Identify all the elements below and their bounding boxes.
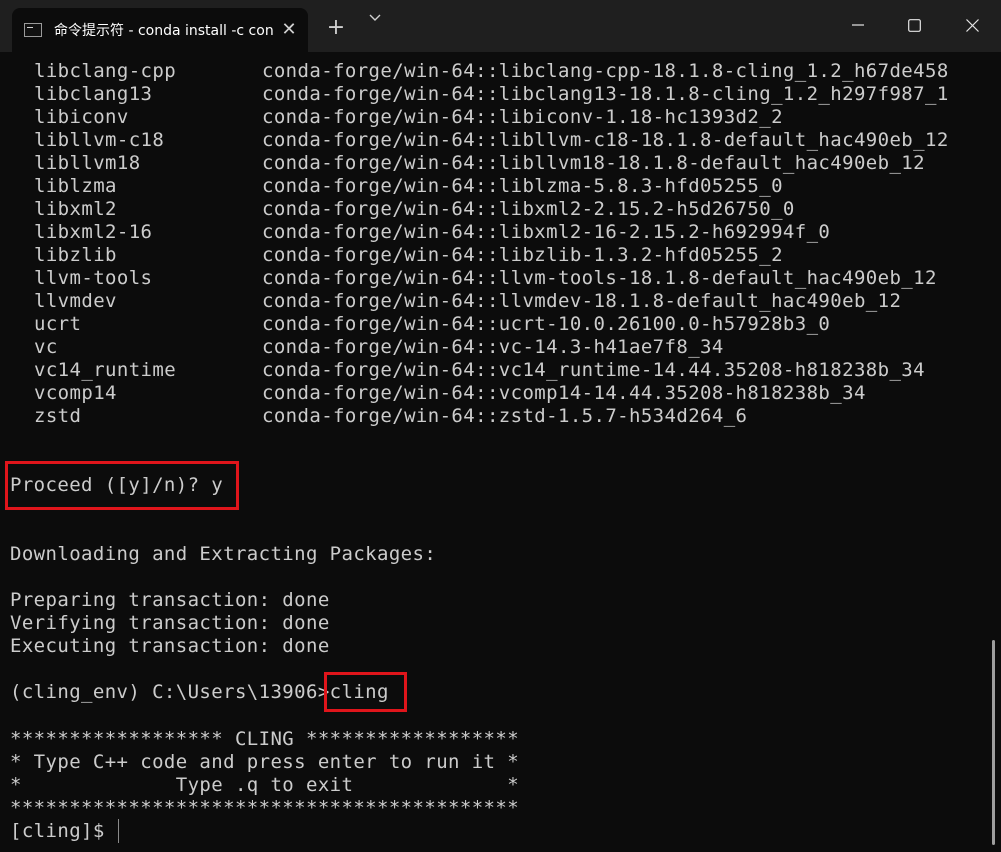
package-name: zstd <box>34 405 82 427</box>
package-spec: conda-forge/win-64::vcomp14-14.44.35208-… <box>262 382 866 404</box>
banner-top: ****************** CLING ***************… <box>10 728 520 750</box>
close-window-button[interactable] <box>944 0 1000 50</box>
chevron-down-icon <box>369 14 381 21</box>
executing-line: Executing transaction: done <box>10 635 330 657</box>
package-name: libxml2-16 <box>34 221 153 243</box>
package-name: vc <box>34 336 58 358</box>
minimize-button[interactable] <box>830 0 886 50</box>
package-name: libllvm18 <box>34 152 141 174</box>
package-spec: conda-forge/win-64::vc-14.3-h41ae7f8_34 <box>262 336 724 358</box>
package-spec: conda-forge/win-64::ucrt-10.0.26100.0-h5… <box>262 313 831 335</box>
maximize-icon <box>907 18 921 32</box>
banner-line: * Type .q to exit * <box>10 774 520 796</box>
highlight-box-proceed <box>5 461 239 510</box>
package-name: libllvm-c18 <box>34 129 165 151</box>
cling-prompt[interactable]: [cling]$ <box>10 820 117 843</box>
package-spec: conda-forge/win-64::libllvm18-18.1.8-def… <box>262 152 925 174</box>
close-icon <box>965 18 979 32</box>
package-name: vc14_runtime <box>34 359 177 381</box>
text-cursor <box>118 819 119 843</box>
package-spec: conda-forge/win-64::vc14_runtime-14.44.3… <box>262 359 925 381</box>
package-name: libclang13 <box>34 83 153 105</box>
maximize-button[interactable] <box>886 0 942 50</box>
downloading-line: Downloading and Extracting Packages: <box>10 543 437 565</box>
package-name: vcomp14 <box>34 382 117 404</box>
package-spec: conda-forge/win-64::libxml2-2.15.2-h5d26… <box>262 198 795 220</box>
verifying-line: Verifying transaction: done <box>10 612 330 634</box>
package-name: libiconv <box>34 106 129 128</box>
scrollbar-thumb[interactable] <box>992 640 995 845</box>
package-spec: conda-forge/win-64::libiconv-1.18-hc1393… <box>262 106 783 128</box>
package-spec: conda-forge/win-64::libzlib-1.3.2-hfd052… <box>262 244 783 266</box>
package-name: llvm-tools <box>34 267 153 289</box>
terminal-output[interactable]: libclang-cpp conda-forge/win-64::libclan… <box>0 52 1001 852</box>
banner-bottom: ****************************************… <box>10 797 520 819</box>
tab-title: 命令提示符 - conda install -c conda-forge cli… <box>54 23 274 39</box>
package-spec: conda-forge/win-64::libxml2-16-2.15.2-h6… <box>262 221 831 243</box>
package-spec: conda-forge/win-64::libclang13-18.1.8-cl… <box>262 83 949 105</box>
package-name: libclang-cpp <box>34 60 177 82</box>
title-bar: 命令提示符 - conda install -c conda-forge cli… <box>0 0 1001 52</box>
package-spec: conda-forge/win-64::libllvm-c18-18.1.8-d… <box>262 129 949 151</box>
package-name: liblzma <box>34 175 117 197</box>
package-name: ucrt <box>34 313 82 335</box>
close-tab-button[interactable]: ✕ <box>278 19 300 41</box>
preparing-line: Preparing transaction: done <box>10 589 330 611</box>
package-spec: conda-forge/win-64::llvm-tools-18.1.8-de… <box>262 267 937 289</box>
highlight-box-cling <box>324 672 407 712</box>
minimize-icon <box>852 24 864 26</box>
package-spec: conda-forge/win-64::liblzma-5.8.3-hfd052… <box>262 175 783 197</box>
package-spec: conda-forge/win-64::zstd-1.5.7-h534d264_… <box>262 405 748 427</box>
package-spec: conda-forge/win-64::llvmdev-18.1.8-defau… <box>262 290 902 312</box>
terminal-tab[interactable]: 命令提示符 - conda install -c conda-forge cli… <box>12 8 308 52</box>
package-spec: conda-forge/win-64::libclang-cpp-18.1.8-… <box>262 60 949 82</box>
package-name: llvmdev <box>34 290 117 312</box>
package-name: libzlib <box>34 244 117 266</box>
new-tab-button[interactable]: + <box>322 14 350 42</box>
terminal-icon <box>24 23 42 37</box>
tab-dropdown-button[interactable] <box>362 14 388 42</box>
package-name: libxml2 <box>34 198 117 220</box>
banner-line: * Type C++ code and press enter to run i… <box>10 751 520 773</box>
